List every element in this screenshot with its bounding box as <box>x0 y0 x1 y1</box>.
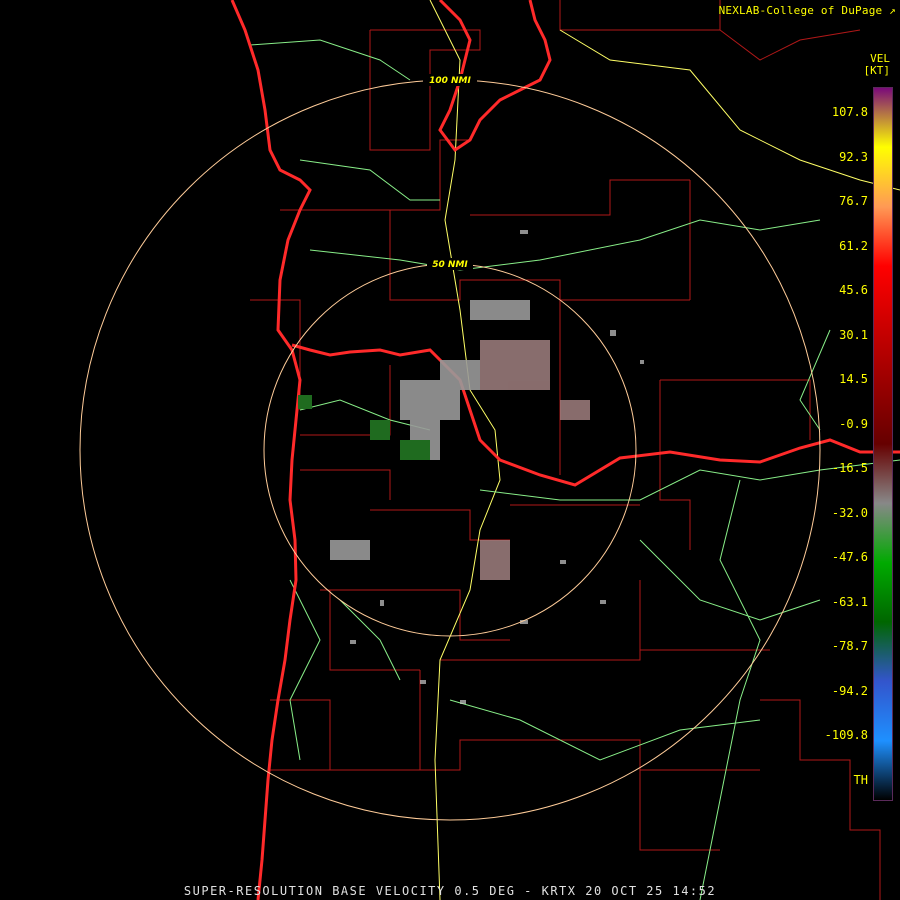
color-scale-tick: 61.2 <box>839 238 868 253</box>
color-scale-tick: -94.2 <box>831 683 868 698</box>
color-scale-tick: -32.0 <box>831 505 868 520</box>
ring-label-100nmi: 100 NMI <box>429 76 471 86</box>
color-scale-tick: -63.1 <box>831 594 868 609</box>
state-borders <box>230 0 900 900</box>
external-link-icon: ↗ <box>889 4 896 17</box>
color-scale-tick: -109.8 <box>824 728 868 742</box>
color-scale-tick: 14.5 <box>839 372 868 386</box>
color-scale-tick: TH <box>853 772 868 787</box>
color-scale-tick: 76.7 <box>839 194 868 208</box>
color-scale-tick: -78.7 <box>831 639 868 653</box>
color-scale-tick: -0.9 <box>839 416 868 431</box>
range-ring-50nmi <box>263 263 637 637</box>
color-scale-tick: 30.1 <box>839 327 868 342</box>
color-scale-tick: 107.8 <box>831 105 868 119</box>
color-scale-bar <box>873 87 893 801</box>
ring-labels: 100 NMI 50 NMI <box>423 74 477 270</box>
color-scale-tick: -47.6 <box>831 550 868 564</box>
units-label: [KT] <box>863 64 891 77</box>
credit-text: NEXLAB-College of DuPage <box>718 4 883 17</box>
color-scale-tick: -16.5 <box>831 461 868 475</box>
color-scale-tick: 45.6 <box>839 283 868 297</box>
radar-map: 100 NMI 50 NMI <box>79 0 900 900</box>
radar-echoes <box>298 230 644 704</box>
credit-link[interactable]: NEXLAB-College of DuPage ↗ <box>719 4 896 17</box>
roads <box>249 0 900 900</box>
ring-label-50nmi: 50 NMI <box>432 260 468 270</box>
color-scale-tick: 92.3 <box>839 149 868 164</box>
county-borders <box>250 0 881 900</box>
product-footer: SUPER-RESOLUTION BASE VELOCITY 0.5 DEG -… <box>183 884 717 898</box>
